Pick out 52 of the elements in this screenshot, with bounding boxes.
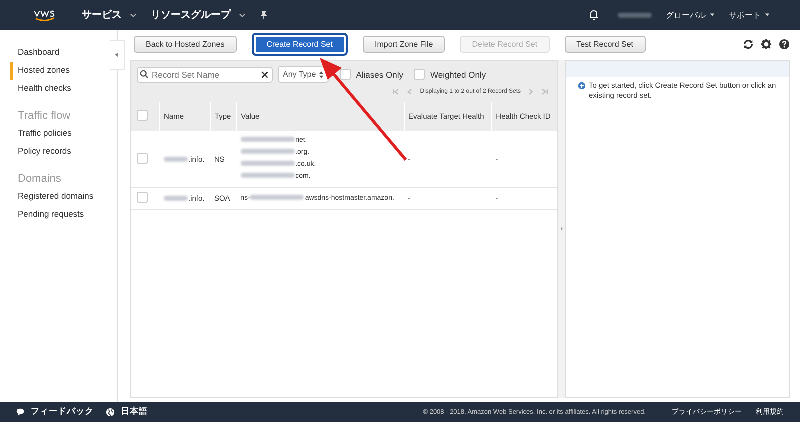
- toolbar-button[interactable]: Back to Hosted Zones: [134, 36, 237, 52]
- row-checkbox[interactable]: [137, 152, 148, 164]
- language-link[interactable]: 日本語: [121, 406, 148, 418]
- sidebar-item[interactable]: Dashboard: [10, 44, 60, 62]
- sidebar-item[interactable]: Health checks: [10, 80, 72, 98]
- select-all-checkbox[interactable]: [137, 110, 148, 121]
- caret-down-icon[interactable]: [130, 12, 137, 18]
- settings-icon[interactable]: [761, 38, 772, 50]
- redacted-text: [250, 194, 304, 200]
- caret-left-icon: [114, 52, 120, 58]
- caret-down-icon[interactable]: [239, 12, 246, 18]
- sidebar-item[interactable]: Pending requests: [10, 206, 84, 224]
- redacted-text: [240, 161, 295, 166]
- sidebar-item[interactable]: Policy records: [10, 143, 72, 161]
- type-select[interactable]: Any Type: [278, 66, 330, 83]
- feedback-link[interactable]: フィードバック: [31, 406, 94, 418]
- checkbox-label: Weighted Only: [430, 70, 486, 80]
- search-icon: [140, 70, 149, 78]
- help-icon[interactable]: [779, 38, 790, 50]
- sidebar-item[interactable]: Hosted zones: [10, 62, 70, 80]
- toolbar-button[interactable]: Create Record Set: [252, 32, 348, 56]
- bell-icon[interactable]: [588, 9, 600, 21]
- checkbox-label: Aliases Only: [356, 70, 404, 80]
- nav-menu[interactable]: グローバル: [666, 10, 706, 20]
- nav-menu[interactable]: リソースグループ: [151, 8, 231, 22]
- pin-icon[interactable]: [260, 11, 268, 19]
- search-field[interactable]: Record Set Name: [137, 66, 273, 82]
- clear-icon[interactable]: [261, 70, 269, 78]
- up-down-icon: [319, 70, 324, 78]
- redacted-text: [164, 156, 188, 162]
- refresh-icon[interactable]: [743, 38, 754, 50]
- splitter-handle[interactable]: [558, 60, 565, 398]
- nav-menu[interactable]: サービス: [82, 8, 122, 22]
- caret-down-icon[interactable]: [710, 13, 715, 17]
- checkbox[interactable]: [414, 69, 426, 80]
- redacted-text: [240, 173, 295, 178]
- caret-down-icon[interactable]: [765, 13, 770, 17]
- sidebar-item[interactable]: Registered domains: [10, 188, 94, 206]
- checkbox[interactable]: [340, 69, 352, 80]
- info-icon: [578, 82, 586, 90]
- row-checkbox[interactable]: [137, 192, 148, 203]
- sidebar-heading: Domains: [17, 172, 62, 187]
- sidebar-item[interactable]: Traffic policies: [10, 125, 72, 143]
- redacted-text: [164, 196, 188, 201]
- redacted-text: [240, 137, 295, 142]
- sidebar-heading: Traffic flow: [17, 109, 71, 124]
- nav-menu[interactable]: サポート: [729, 10, 761, 20]
- redacted-text: [240, 149, 295, 154]
- chat-bubble-icon[interactable]: [16, 408, 25, 416]
- toolbar-button[interactable]: Test Record Set: [564, 36, 646, 52]
- toolbar-button[interactable]: Import Zone File: [362, 36, 446, 52]
- globe-icon[interactable]: [106, 408, 115, 416]
